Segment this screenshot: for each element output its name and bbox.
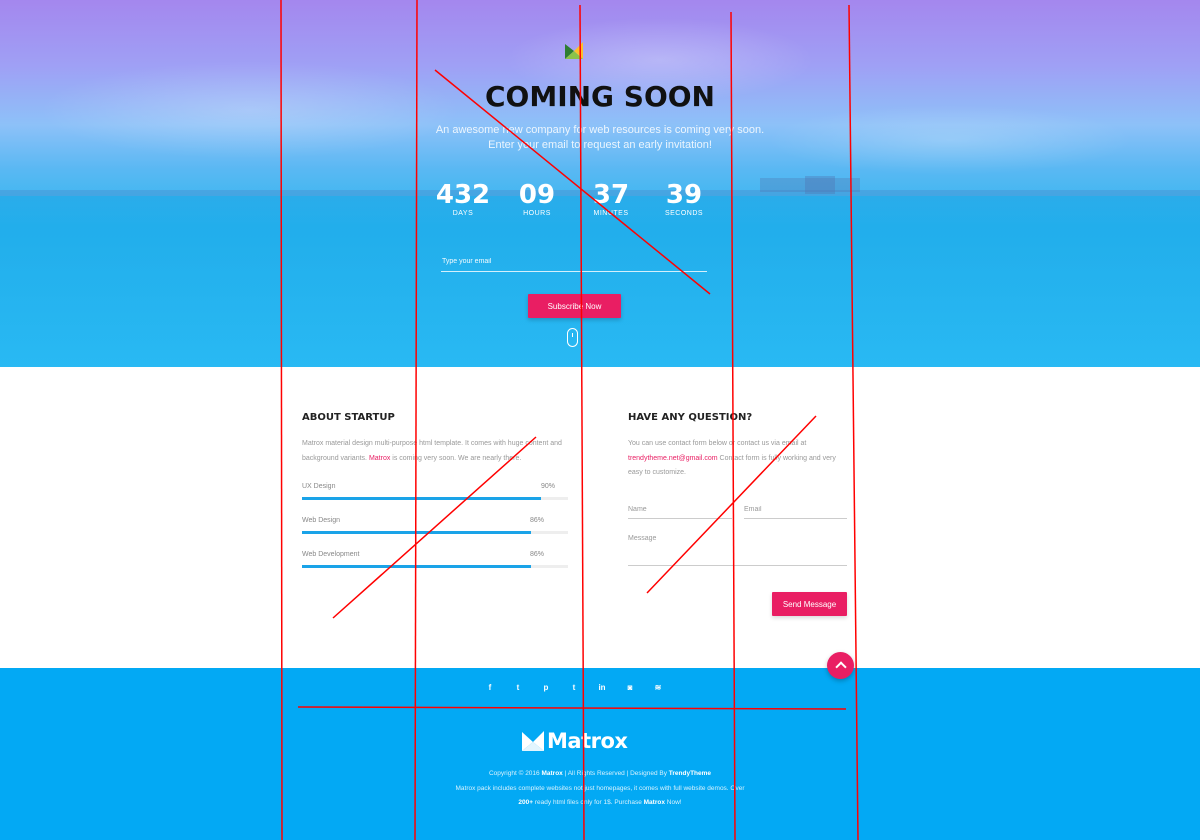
- countdown-minutes: 37 MINUTES: [576, 180, 646, 217]
- skill-name: Web Development: [302, 551, 360, 558]
- skill-web-development: Web Development 86%: [302, 551, 568, 571]
- page-title: COMING SOON: [484, 80, 715, 113]
- copyright-rights: | All Rights Reserved | Designed By: [562, 770, 669, 777]
- scroll-mouse-icon[interactable]: [567, 328, 578, 347]
- countdown-label: SECONDS: [664, 210, 704, 217]
- contact-email-link[interactable]: trendytheme.net@gmail.com: [628, 455, 718, 462]
- copyright-line: Copyright © 2016 Matrox | All Rights Res…: [0, 769, 1200, 779]
- countdown-value: 37: [592, 180, 630, 210]
- skill-track: [302, 497, 568, 500]
- promo-brand-link[interactable]: Matrox: [644, 799, 665, 806]
- countdown-value: 39: [665, 180, 703, 210]
- skill-name: Web Design: [302, 517, 341, 524]
- skill-name: UX Design: [302, 483, 336, 490]
- about-brand-highlight: Matrox: [368, 454, 391, 462]
- email-field[interactable]: [744, 500, 847, 519]
- matrox-logo-icon[interactable]: [565, 42, 583, 59]
- skill-percent: 90%: [541, 483, 556, 490]
- hero-skyline-tower: [805, 176, 835, 194]
- about-text-part: is coming very soon. We are nearly there…: [390, 454, 522, 462]
- skill-ux-design: UX Design 90%: [302, 483, 568, 503]
- skill-percent: 86%: [530, 551, 545, 558]
- footer-promo-line-2: 200+ ready html files only for 1$. Purch…: [0, 798, 1200, 808]
- tumblr-icon[interactable]: t: [568, 682, 580, 694]
- about-title: ABOUT STARTUP: [302, 412, 395, 423]
- designer-link[interactable]: TrendyTheme: [669, 770, 711, 777]
- countdown-hours: 09 HOURS: [502, 180, 572, 217]
- promo-count: 200+: [518, 799, 534, 806]
- name-field[interactable]: [628, 500, 732, 519]
- back-to-top-button[interactable]: [827, 652, 854, 679]
- skill-web-design: Web Design 86%: [302, 517, 568, 537]
- promo-text: ready html files only for 1$. Purchase: [533, 799, 644, 806]
- copyright-brand[interactable]: Matrox: [541, 770, 562, 777]
- subscribe-button[interactable]: Subscribe Now: [528, 294, 621, 318]
- countdown-timer: 432 DAYS 09 HOURS 37 MINUTES 39 SECONDS: [428, 180, 728, 225]
- skill-track: [302, 531, 568, 534]
- countdown-seconds: 39 SECONDS: [649, 180, 719, 217]
- contact-text: You can use contact form below or contac…: [628, 437, 847, 481]
- twitter-icon[interactable]: t: [512, 682, 524, 694]
- linkedin-icon[interactable]: in: [596, 682, 608, 694]
- hero-subtitle-line-2: Enter your email to request an early inv…: [488, 139, 712, 151]
- countdown-label: MINUTES: [593, 210, 629, 217]
- instagram-icon[interactable]: ◙: [624, 682, 636, 694]
- rss-icon[interactable]: ≋: [652, 682, 664, 694]
- subscribe-email-input[interactable]: [441, 252, 707, 272]
- countdown-value: 432: [435, 180, 491, 210]
- matrox-logo-icon: [522, 731, 544, 751]
- copyright-prefix: Copyright © 2016: [488, 770, 542, 777]
- hero-subtitle-line-1: An awesome new company for web resources…: [435, 124, 765, 136]
- countdown-label: DAYS: [452, 210, 474, 217]
- pinterest-icon[interactable]: p: [540, 682, 552, 694]
- countdown-days: 432 DAYS: [428, 180, 498, 217]
- skill-progress-fill: [302, 531, 531, 534]
- message-field[interactable]: [628, 533, 847, 566]
- hero-subtitle: An awesome new company for web resources…: [0, 123, 1200, 153]
- footer-logo-text: Matrox: [547, 729, 628, 753]
- contact-text-part: You can use contact form below or contac…: [628, 440, 807, 447]
- countdown-value: 09: [518, 180, 556, 210]
- facebook-icon[interactable]: f: [484, 682, 496, 694]
- about-text: Matrox material design multi-purpose htm…: [302, 437, 568, 466]
- skill-progress-fill: [302, 565, 531, 568]
- footer-promo-line: Matrox pack includes complete websites n…: [455, 785, 745, 792]
- contact-title: HAVE ANY QUESTION?: [628, 412, 753, 423]
- skill-progress-fill: [302, 497, 542, 500]
- skill-track: [302, 565, 568, 568]
- promo-text-end: Now!: [664, 799, 682, 806]
- send-message-button[interactable]: Send Message: [772, 592, 847, 616]
- footer-logo[interactable]: Matrox: [522, 729, 632, 753]
- countdown-label: HOURS: [523, 210, 551, 217]
- skill-percent: 86%: [530, 517, 545, 524]
